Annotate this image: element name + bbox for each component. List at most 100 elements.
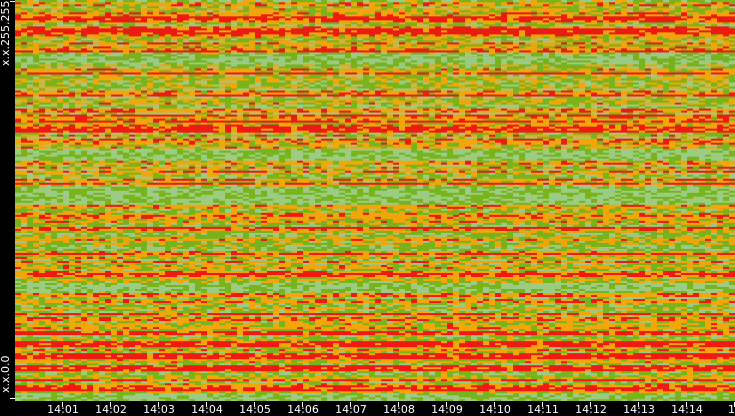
heatmap-cell (621, 358, 628, 362)
heatmap-cell (27, 318, 34, 322)
heatmap-cell (105, 374, 112, 378)
heatmap-cell (393, 386, 400, 390)
heatmap-cell (177, 320, 184, 324)
heatmap-cell (27, 348, 34, 352)
heatmap-cell (471, 326, 478, 330)
heatmap-cell (471, 368, 478, 372)
heatmap-cell (33, 376, 40, 380)
heatmap-cell (39, 394, 46, 398)
heatmap-cell (123, 374, 130, 378)
heatmap-cell (249, 334, 256, 338)
heatmap-cell (141, 374, 148, 378)
heatmap-cell (633, 326, 640, 330)
heatmap-cell (507, 362, 514, 366)
heatmap-cell (489, 382, 496, 386)
heatmap-cell (675, 384, 682, 388)
heatmap-cell (273, 394, 280, 398)
heatmap-cell (129, 352, 136, 356)
heatmap-cell (285, 386, 292, 390)
heatmap-cell (453, 356, 460, 360)
heatmap-cell (147, 384, 154, 388)
heatmap-cell (363, 368, 370, 372)
heatmap-cell (357, 328, 364, 332)
heatmap-cell (513, 344, 520, 348)
heatmap-cell (561, 336, 568, 340)
heatmap-cell (297, 350, 304, 354)
heatmap-cell (279, 342, 286, 346)
heatmap-cell (261, 356, 268, 360)
heatmap-cell (663, 364, 670, 368)
heatmap-cell (411, 328, 418, 332)
heatmap-cell (591, 380, 598, 384)
heatmap-cell (459, 380, 466, 384)
heatmap-cell (81, 392, 88, 396)
heatmap-cell (411, 352, 418, 356)
heatmap-cell (285, 338, 292, 342)
heatmap-cell (303, 316, 310, 320)
heatmap-cell (315, 382, 322, 386)
heatmap-cell (675, 326, 682, 330)
heatmap-cell (69, 322, 76, 326)
heatmap-cell (219, 370, 226, 374)
heatmap-cell (207, 378, 214, 382)
heatmap-cell (111, 394, 118, 398)
heatmap-cell (45, 384, 52, 388)
heatmap-cell (435, 336, 442, 340)
heatmap-cell (417, 344, 424, 348)
heatmap-cell (567, 354, 574, 358)
heatmap-cell (129, 340, 136, 344)
heatmap-cell (591, 388, 598, 392)
heatmap-cell (549, 322, 556, 326)
heatmap-cell (633, 340, 640, 344)
heatmap-cell (75, 330, 82, 334)
heatmap-cell (57, 318, 64, 322)
heatmap-cell (69, 342, 76, 346)
heatmap-cell (123, 378, 130, 382)
heatmap-cell (711, 382, 718, 386)
heatmap-cell (699, 340, 706, 344)
heatmap-cell (507, 328, 514, 332)
heatmap-cell (477, 346, 484, 350)
heatmap-cell (93, 368, 100, 372)
heatmap-cell (645, 322, 652, 326)
heatmap-cell (477, 318, 484, 322)
heatmap-cell (543, 320, 550, 324)
heatmap-cell (357, 338, 364, 342)
heatmap-cell (369, 352, 376, 356)
heatmap-cell (489, 386, 496, 390)
heatmap-cell (15, 362, 22, 366)
heatmap-cell (57, 322, 64, 326)
heatmap-cell (99, 382, 106, 386)
heatmap-cell (429, 340, 436, 344)
heatmap-cell (675, 396, 682, 400)
heatmap-cell (279, 358, 286, 362)
heatmap-cell (39, 348, 46, 352)
heatmap-cell (243, 358, 250, 362)
heatmap-cell (657, 324, 664, 328)
heatmap-cell (555, 368, 562, 372)
heatmap-cell (369, 394, 376, 398)
heatmap-cell (345, 340, 352, 344)
heatmap-cell (357, 352, 364, 356)
heatmap-cell (195, 364, 202, 368)
heatmap-cell (339, 374, 346, 378)
heatmap-cell (669, 340, 676, 344)
heatmap-cell (525, 362, 532, 366)
heatmap-cell (435, 364, 442, 368)
heatmap-cell (189, 360, 196, 364)
heatmap-cell (333, 352, 340, 356)
heatmap-cell (147, 342, 154, 346)
heatmap-cell (573, 340, 580, 344)
heatmap-cell (39, 370, 46, 374)
heatmap-cell (39, 326, 46, 330)
heatmap-cell (15, 350, 22, 354)
heatmap-cell (75, 322, 82, 326)
heatmap-cell (147, 368, 154, 372)
heatmap-cell (579, 324, 586, 328)
heatmap-cell (513, 384, 520, 388)
heatmap-cell (219, 384, 226, 388)
heatmap-cell (405, 326, 412, 330)
heatmap-cell (45, 372, 52, 376)
heatmap-cell (693, 322, 700, 326)
heatmap-cell (333, 384, 340, 388)
